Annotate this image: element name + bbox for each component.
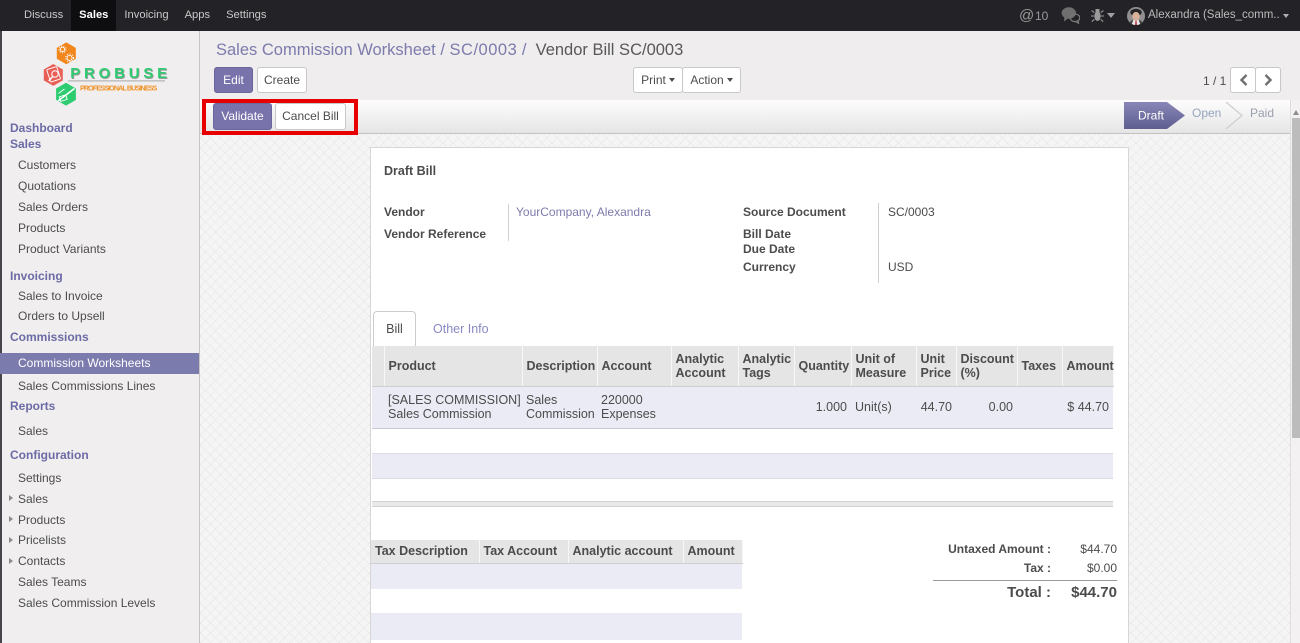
svg-text:PROBUSE: PROBUSE: [70, 65, 171, 82]
svg-text:PROFESSIONAL BUSINESS: PROFESSIONAL BUSINESS: [80, 84, 158, 93]
svg-text:Draft: Draft: [1138, 109, 1165, 123]
